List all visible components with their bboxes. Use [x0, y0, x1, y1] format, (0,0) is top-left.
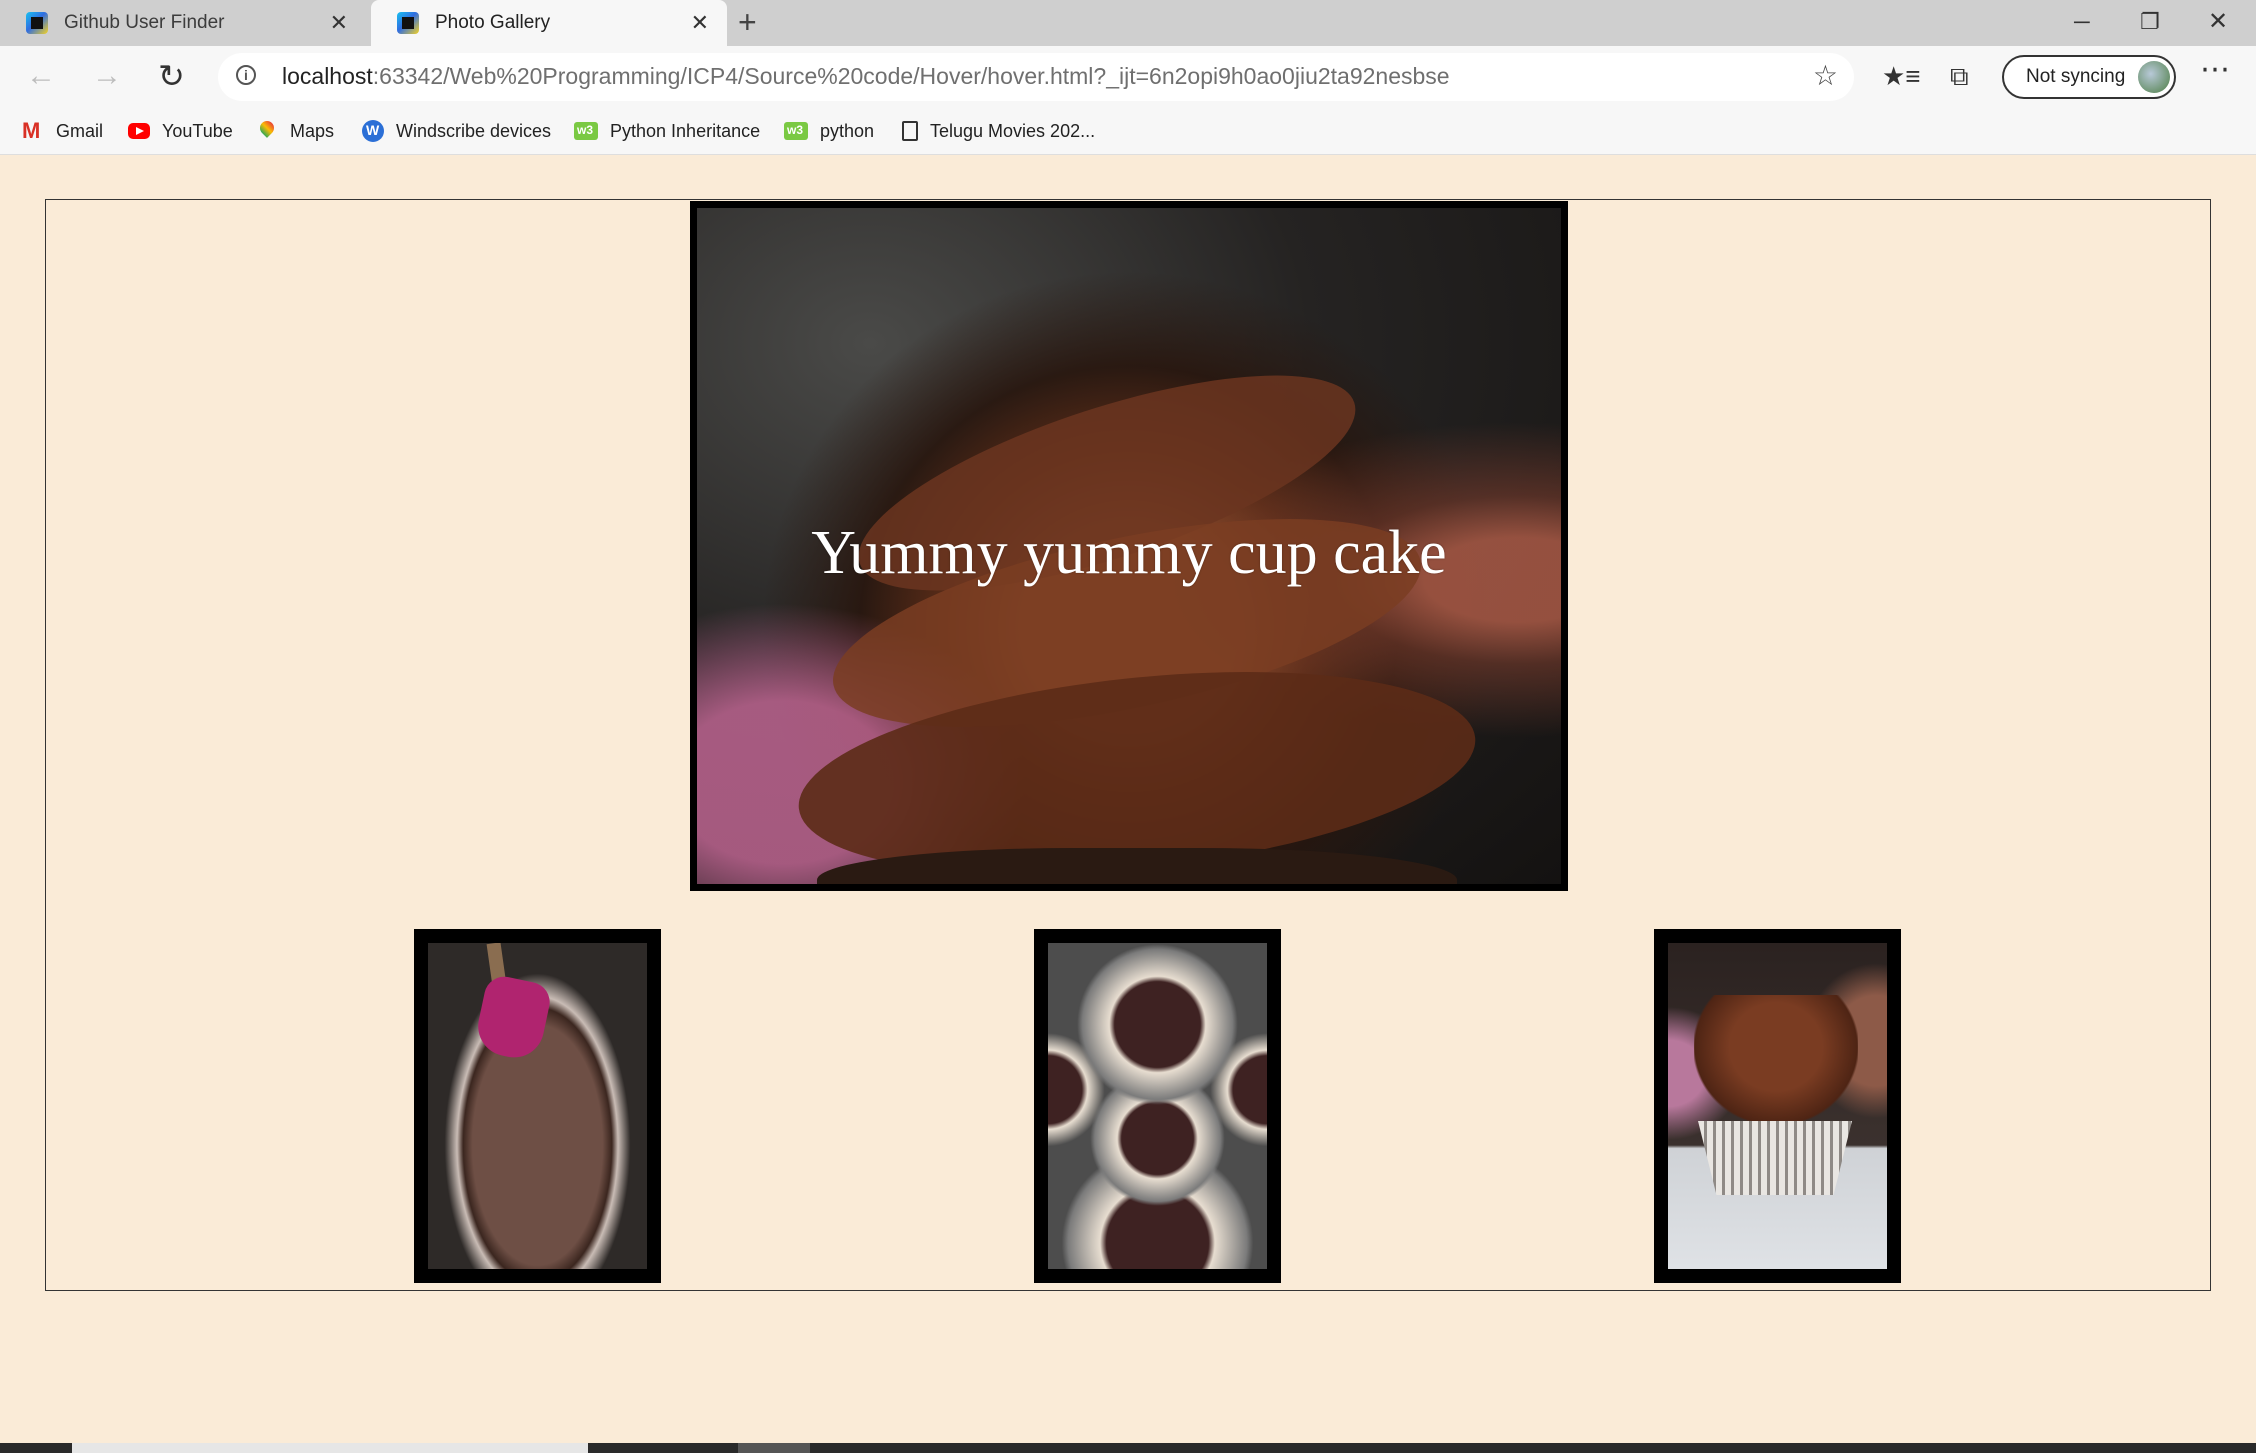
- main-image-frame[interactable]: Yummy yummy cup cake: [690, 201, 1568, 891]
- bookmark-gmail[interactable]: Gmail: [22, 116, 103, 146]
- bookmark-label: Maps: [290, 120, 335, 141]
- image-caption: Yummy yummy cup cake: [811, 519, 1447, 587]
- bookmark-telugu-movies[interactable]: Telugu Movies 202...: [902, 116, 1095, 146]
- back-arrow-icon[interactable]: ←: [26, 56, 56, 96]
- spatula: [472, 972, 554, 1064]
- w3schools-icon: [784, 122, 808, 140]
- tab-title: Github User Finder: [64, 12, 225, 33]
- page-icon: [902, 121, 918, 141]
- favorites-icon[interactable]: ★≡: [1882, 58, 1920, 94]
- taskbar-item[interactable]: [738, 1443, 810, 1453]
- bookmark-label: Gmail: [56, 120, 104, 141]
- avatar: [2138, 61, 2170, 93]
- url-path: :63342/Web%20Programming/ICP4/Source%20c…: [372, 63, 1450, 89]
- bookmark-label: Windscribe devices: [396, 120, 552, 141]
- close-icon[interactable]: ✕: [691, 10, 709, 36]
- cupcake-tin-image[interactable]: [1048, 943, 1267, 1269]
- youtube-icon: [128, 123, 150, 139]
- bookmark-label: Python Inheritance: [610, 120, 761, 141]
- w3schools-icon: [574, 122, 598, 140]
- frosting: [1694, 995, 1858, 1125]
- address-bar[interactable]: i localhost:63342/Web%20Programming/ICP4…: [218, 53, 1854, 101]
- tab-photo-gallery[interactable]: Photo Gallery ✕: [371, 0, 727, 46]
- browser-toolbar: ← → ↻ i localhost:63342/Web%20Programmin…: [0, 46, 2256, 108]
- bookmark-label: Telugu Movies 202...: [930, 120, 1096, 141]
- new-tab-button[interactable]: +: [738, 4, 757, 40]
- batter-bowl-image[interactable]: [428, 943, 647, 1269]
- taskbar-item[interactable]: [72, 1443, 588, 1453]
- more-icon[interactable]: ⋯: [2200, 52, 2231, 87]
- cupcake-liner: [1698, 1121, 1852, 1195]
- tab-strip: Github User Finder ✕ Photo Gallery ✕ + ─…: [0, 0, 2256, 46]
- thumbnail-cupcake[interactable]: [1654, 929, 1901, 1283]
- bookmark-python-inheritance[interactable]: Python Inheritance: [574, 116, 760, 146]
- tab-title: Photo Gallery: [435, 12, 551, 33]
- photo-gallery: Yummy yummy cup cake: [45, 199, 2211, 1291]
- bookmark-python[interactable]: python: [784, 116, 874, 146]
- main-cupcake-image[interactable]: Yummy yummy cup cake: [697, 208, 1561, 884]
- reload-icon[interactable]: ↻: [158, 56, 185, 96]
- webstorm-icon: [397, 12, 419, 34]
- bookmark-maps[interactable]: Maps: [256, 116, 334, 146]
- thumbnail-cupcake-tin[interactable]: [1034, 929, 1281, 1283]
- gmail-icon: [22, 118, 44, 144]
- window-close-button[interactable]: ✕: [2208, 4, 2228, 40]
- bookmarks-bar: Gmail YouTube Maps Windscribe devices Py…: [0, 108, 2256, 155]
- site-info-icon[interactable]: i: [236, 65, 256, 85]
- bookmark-label: python: [820, 120, 875, 141]
- bookmark-label: YouTube: [162, 120, 233, 141]
- profile-sync-button[interactable]: Not syncing: [2002, 55, 2176, 99]
- restore-button[interactable]: ❐: [2140, 4, 2160, 40]
- star-icon[interactable]: ☆: [1813, 59, 1838, 92]
- tab-github-user-finder[interactable]: Github User Finder ✕: [0, 0, 366, 46]
- thumbnail-batter[interactable]: [414, 929, 661, 1283]
- bookmark-windscribe[interactable]: Windscribe devices: [362, 116, 551, 146]
- sync-label: Not syncing: [2026, 66, 2126, 87]
- close-icon[interactable]: ✕: [330, 10, 348, 36]
- maps-icon: [256, 121, 278, 141]
- windscribe-icon: [362, 120, 384, 142]
- page-viewport: Yummy yummy cup cake: [0, 155, 2256, 1443]
- bookmark-youtube[interactable]: YouTube: [128, 116, 233, 146]
- collections-icon[interactable]: ⧉: [1950, 58, 1969, 94]
- taskbar: [0, 1443, 2256, 1453]
- webstorm-icon: [26, 12, 48, 34]
- url-host: localhost: [282, 63, 373, 89]
- url-text[interactable]: localhost:63342/Web%20Programming/ICP4/S…: [282, 63, 1450, 90]
- minimize-button[interactable]: ─: [2074, 4, 2090, 40]
- forward-arrow-icon[interactable]: →: [92, 56, 122, 96]
- frosted-cupcake-image[interactable]: [1668, 943, 1887, 1269]
